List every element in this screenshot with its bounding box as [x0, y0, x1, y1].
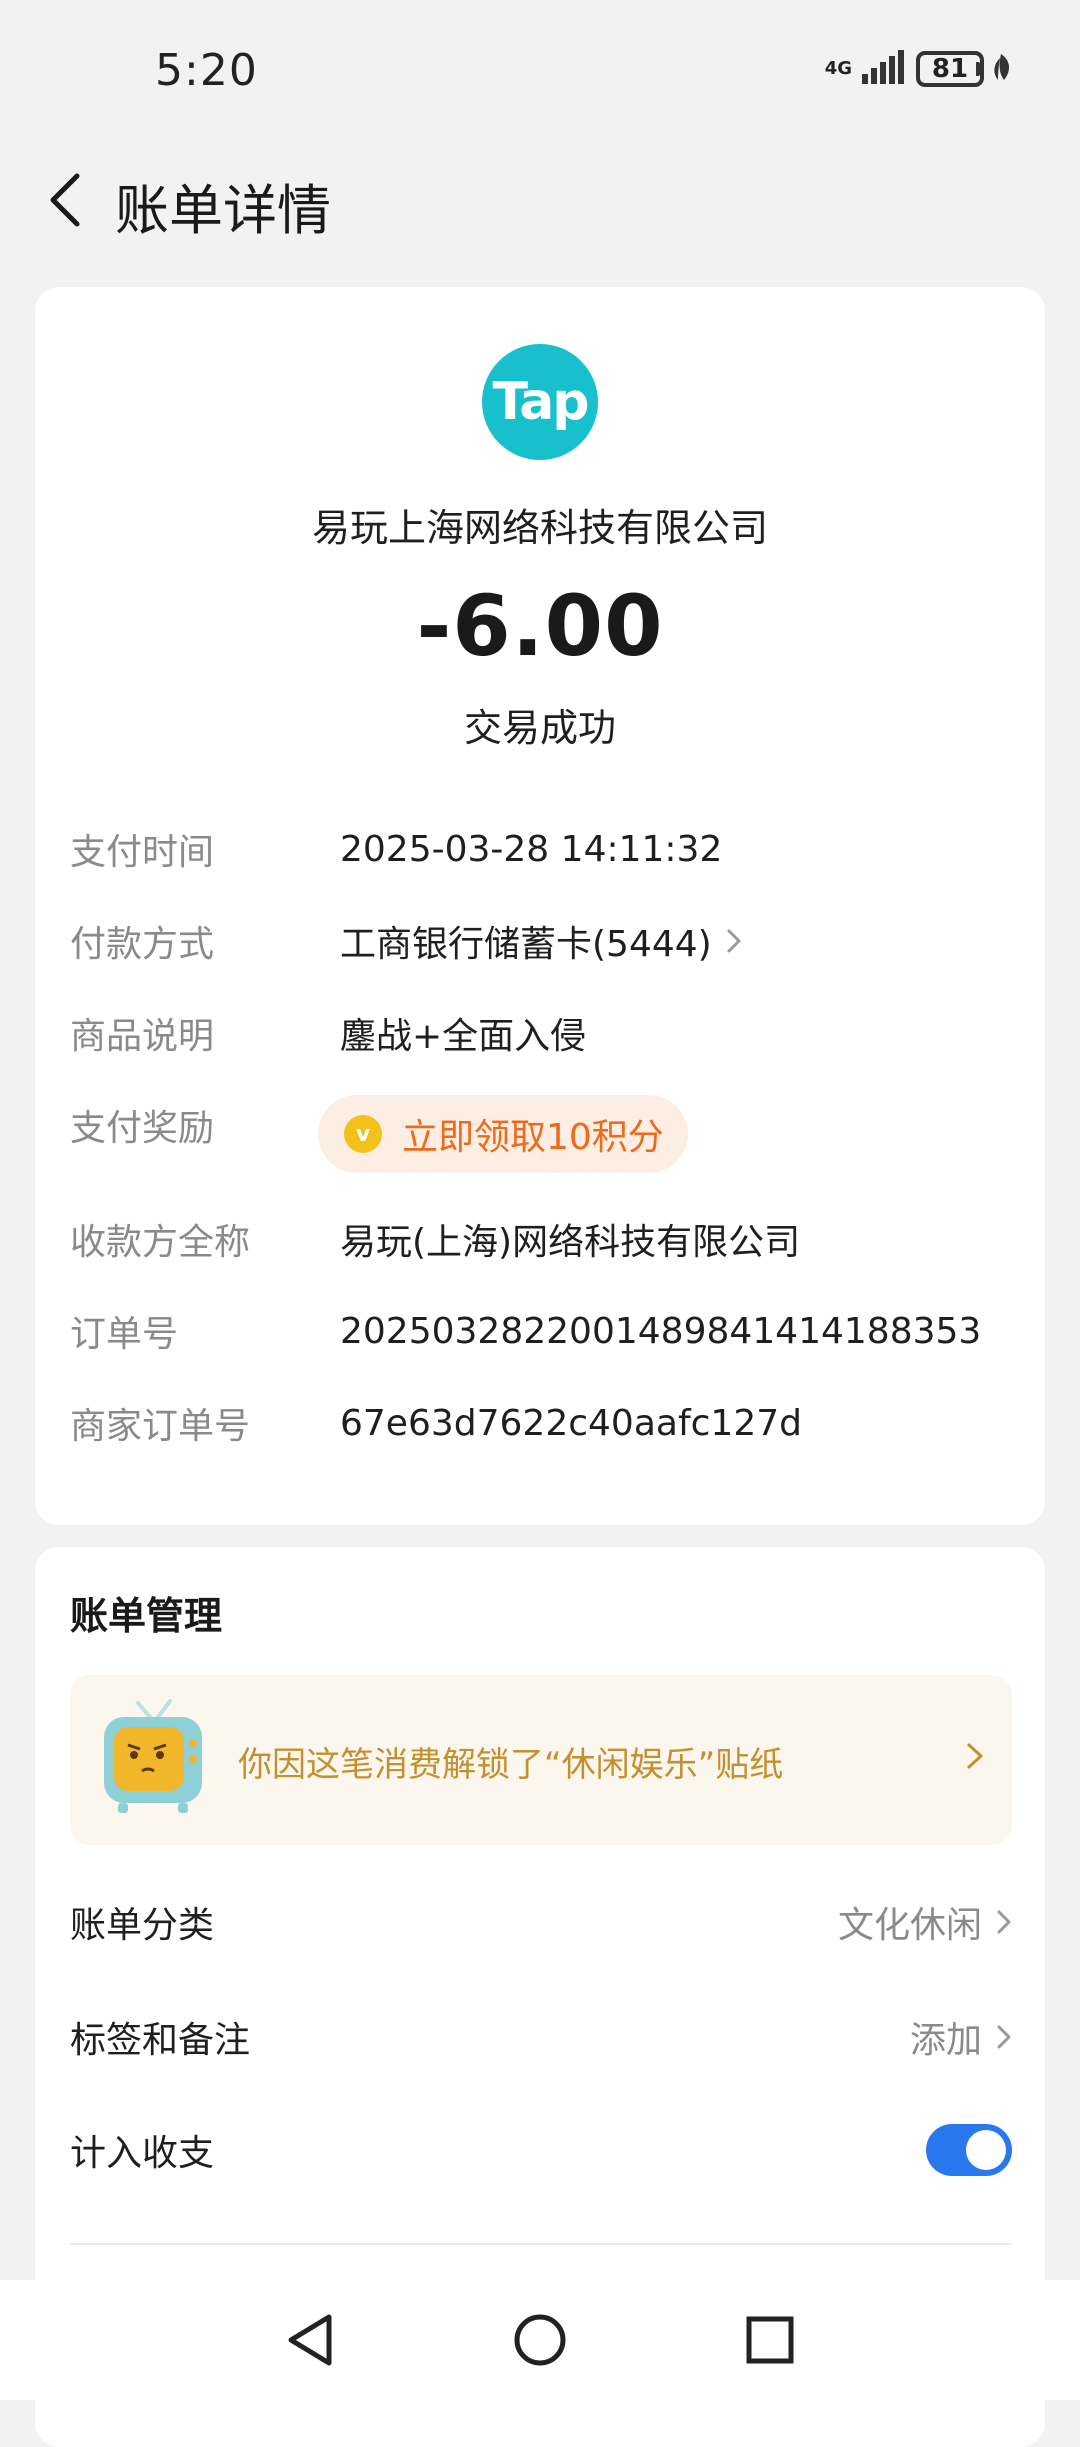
detail-value: 67e63d7622c40aafc127d	[340, 1402, 802, 1444]
detail-label: 商品说明	[70, 1016, 215, 1057]
square-recents-icon	[746, 2316, 794, 2364]
detail-value: 2025032822001489841414188353	[340, 1310, 982, 1352]
payment-method-value: 工商银行储蓄卡(5444)	[340, 924, 712, 965]
status-indicators: 4G 81	[825, 50, 1012, 88]
detail-row-payment-method[interactable]: 付款方式 工商银行储蓄卡(5444)	[70, 911, 1010, 971]
coin-icon: v	[344, 1115, 382, 1153]
merchant-name: 易玩上海网络科技有限公司	[311, 506, 768, 550]
chevron-right-icon	[996, 1908, 1012, 1936]
tv-sticker-icon	[98, 1699, 208, 1819]
chevron-right-icon	[996, 2023, 1012, 2051]
circle-home-icon	[514, 2314, 566, 2366]
leaf-icon	[990, 52, 1012, 86]
nav-back-button[interactable]	[280, 2310, 340, 2370]
system-nav-bar	[0, 2280, 1080, 2400]
merchant-logo: Tap	[482, 344, 598, 460]
divider	[70, 2243, 1012, 2245]
chevron-right-icon	[966, 1741, 984, 1775]
detail-row-merchant-order: 商家订单号 67e63d7622c40aafc127d	[70, 1393, 1010, 1453]
battery-icon: 81	[916, 51, 984, 87]
tags-notes-value: 添加	[909, 2020, 982, 2061]
detail-label: 支付时间	[70, 832, 215, 873]
detail-row-product: 商品说明 鏖战+全面入侵	[70, 1003, 1010, 1063]
section-title: 账单管理	[70, 1594, 223, 1638]
detail-label: 收款方全称	[70, 1222, 251, 1263]
sticker-unlock-text: 你因这笔消费解锁了“休闲娱乐”贴纸	[238, 1745, 784, 1785]
status-time: 5:20	[155, 45, 258, 96]
detail-label: 订单号	[70, 1314, 179, 1355]
signal-icon	[862, 50, 906, 88]
detail-label: 付款方式	[70, 924, 215, 965]
sticker-banner[interactable]: 你因这笔消费解锁了“休闲娱乐”贴纸	[70, 1675, 1012, 1845]
detail-label: 支付奖励	[70, 1108, 215, 1149]
detail-value: 易玩(上海)网络科技有限公司	[340, 1222, 801, 1263]
detail-row-payee: 收款方全称 易玩(上海)网络科技有限公司	[70, 1209, 1010, 1269]
detail-row-pay-time: 支付时间 2025-03-28 14:11:32	[70, 819, 1010, 879]
transaction-amount: -6.00	[416, 577, 664, 675]
tags-notes-label: 标签和备注	[70, 2020, 251, 2061]
detail-row-order-number: 订单号 2025032822001489841414188353	[70, 1301, 1010, 1361]
detail-label: 商家订单号	[70, 1406, 251, 1447]
battery-level: 81	[916, 51, 984, 87]
chevron-right-icon	[726, 927, 742, 955]
detail-value: 鏖战+全面入侵	[340, 1016, 587, 1057]
detail-row-reward: 支付奖励 v 立即领取10积分	[70, 1095, 1010, 1173]
nav-home-button[interactable]	[510, 2310, 570, 2370]
bill-category-label: 账单分类	[70, 1905, 215, 1946]
triangle-back-icon	[288, 2314, 332, 2366]
transaction-card: Tap 易玩上海网络科技有限公司 -6.00 交易成功 支付时间 2025-03…	[35, 287, 1045, 1525]
toggle-knob	[966, 2130, 1006, 2170]
tags-notes-row[interactable]: 标签和备注 添加	[70, 2002, 1012, 2072]
transaction-status: 交易成功	[463, 706, 616, 750]
claim-points-label: 立即领取10积分	[402, 1117, 664, 1158]
network-type-label: 4G	[824, 58, 852, 79]
merchant-logo-text: Tap	[492, 372, 589, 432]
count-in-budget-toggle[interactable]	[926, 2124, 1012, 2176]
chevron-left-icon	[50, 173, 80, 227]
claim-points-button[interactable]: v 立即领取10积分	[318, 1095, 688, 1173]
page-title: 账单详情	[115, 179, 331, 242]
count-in-budget-row: 计入收支	[70, 2115, 1012, 2185]
back-button[interactable]	[35, 170, 95, 230]
status-bar: 5:20 4G 81	[0, 0, 1080, 140]
detail-value: 2025-03-28 14:11:32	[340, 828, 723, 870]
count-in-budget-label: 计入收支	[70, 2133, 215, 2174]
nav-recents-button[interactable]	[740, 2310, 800, 2370]
page-header: 账单详情	[0, 140, 1080, 260]
bill-category-value: 文化休闲	[837, 1905, 982, 1946]
bill-category-row[interactable]: 账单分类 文化休闲	[70, 1887, 1012, 1957]
